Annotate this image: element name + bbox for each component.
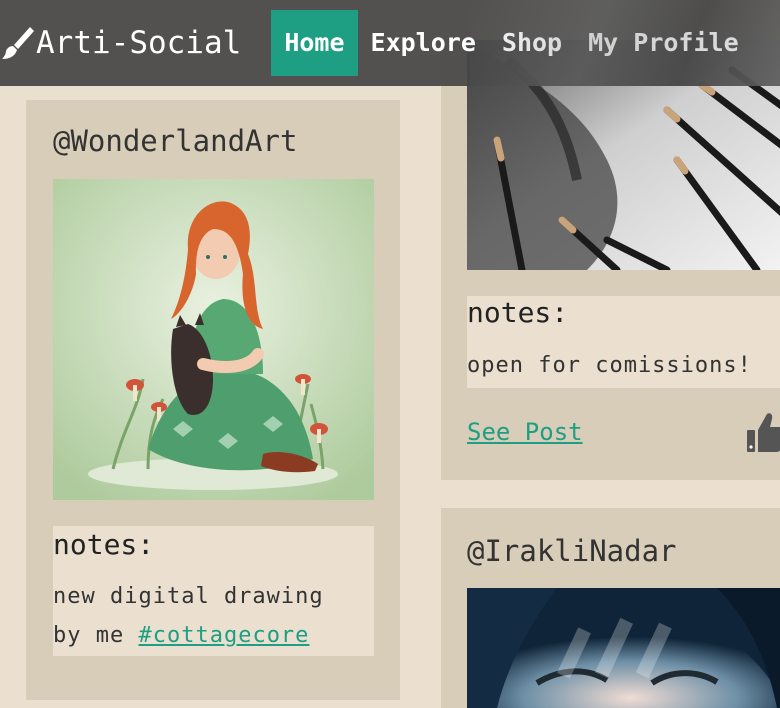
brand[interactable]: Arti-Social	[0, 23, 271, 63]
notes-heading: notes:	[467, 296, 569, 329]
post-image[interactable]	[53, 179, 374, 500]
nav-my-profile[interactable]: My Profile	[575, 10, 752, 76]
hashtag-link[interactable]: #cottagecore	[138, 623, 309, 648]
see-post-link[interactable]: See Post	[467, 418, 583, 446]
post-author[interactable]: @WonderlandArt	[53, 124, 297, 158]
post-notes: notes: open for comissions!	[467, 296, 780, 388]
post-card: notes: open for comissions! See Post	[441, 40, 780, 480]
nav-explore[interactable]: Explore	[358, 10, 489, 76]
paintbrush-icon	[0, 23, 34, 63]
notes-body: new digital drawing by me #cottagecore	[53, 577, 363, 655]
thumbs-up-icon[interactable]	[745, 410, 780, 458]
nav-home[interactable]: Home	[271, 10, 358, 76]
notes-heading: notes:	[53, 528, 155, 561]
post-image[interactable]	[467, 588, 780, 708]
post-card: @IrakliNadar	[441, 508, 780, 708]
nav-shop[interactable]: Shop	[489, 10, 575, 76]
navbar: Arti-Social Home Explore Shop My Profile	[0, 0, 780, 86]
notes-text: open for comissions!	[467, 353, 752, 378]
post-card: @WonderlandArt notes: new digital drawin…	[26, 100, 400, 700]
brand-name: Arti-Social	[36, 25, 242, 61]
post-notes: notes: new digital drawing by me #cottag…	[53, 526, 374, 656]
post-author[interactable]: @IrakliNadar	[467, 534, 677, 568]
